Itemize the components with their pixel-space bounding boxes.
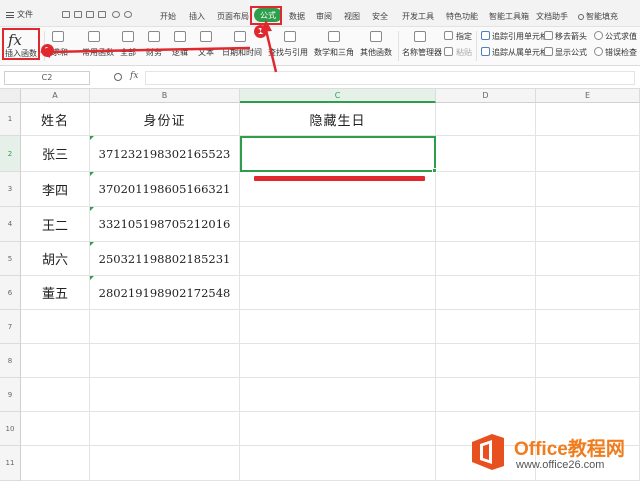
watermark: Office教程网 www.office26.com xyxy=(468,428,638,478)
watermark-title: Office教程网 xyxy=(514,439,625,460)
annotation-arrows xyxy=(40,20,278,73)
office-logo-icon xyxy=(472,434,504,470)
watermark-url: www.office26.com xyxy=(516,459,605,471)
